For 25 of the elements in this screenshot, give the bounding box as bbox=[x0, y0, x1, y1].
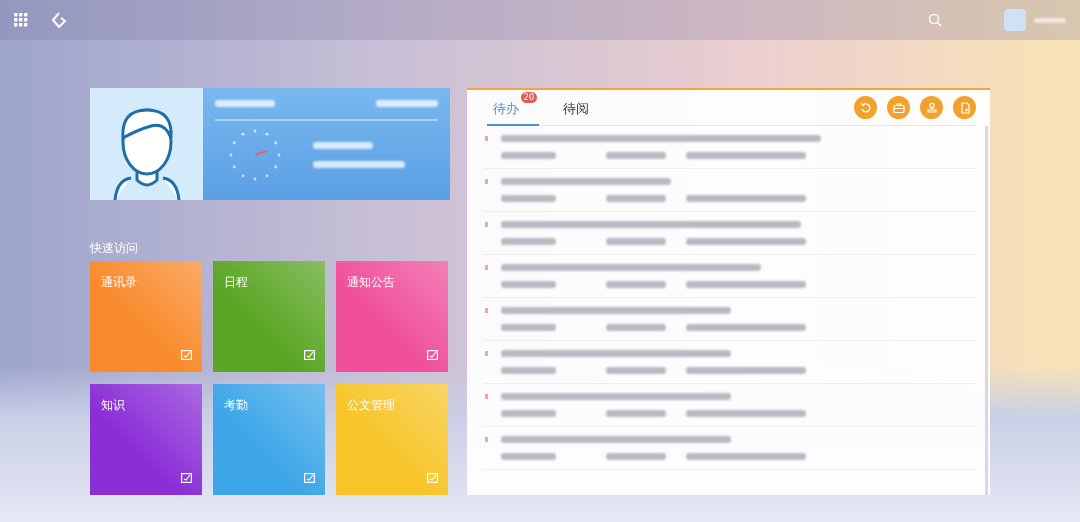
search-icon[interactable] bbox=[928, 13, 942, 27]
quick-access-tile[interactable]: 公文管理 bbox=[336, 384, 448, 495]
refresh-icon[interactable] bbox=[854, 96, 877, 119]
tab[interactable]: 待办 20 bbox=[487, 90, 539, 126]
stamp-icon[interactable] bbox=[920, 96, 943, 119]
tile-label: 知识 bbox=[101, 398, 125, 412]
tile-label: 日程 bbox=[224, 275, 248, 289]
document-add-icon[interactable] bbox=[953, 96, 976, 119]
count-badge: 20 bbox=[520, 91, 537, 103]
quick-access-tile[interactable]: 通知公告 bbox=[336, 261, 448, 372]
user-avatar[interactable] bbox=[1004, 9, 1026, 31]
quick-access-tile[interactable]: 通讯录 bbox=[90, 261, 202, 372]
tile-label: 考勤 bbox=[224, 398, 248, 412]
tile-label: 通讯录 bbox=[101, 275, 137, 289]
quick-access-tile[interactable]: 考勤 bbox=[213, 384, 325, 495]
briefcase-icon[interactable] bbox=[887, 96, 910, 119]
section-title: 快速访问 bbox=[90, 240, 139, 257]
quick-access-tile[interactable]: 知识 bbox=[90, 384, 202, 495]
logo-icon[interactable] bbox=[50, 11, 68, 29]
apps-grid-icon[interactable] bbox=[14, 13, 28, 27]
quick-access-tile[interactable]: 日程 bbox=[213, 261, 325, 372]
tile-label: 通知公告 bbox=[347, 275, 395, 289]
tab[interactable]: 待阅 bbox=[557, 90, 609, 126]
tile-label: 公文管理 bbox=[347, 398, 395, 412]
blurred-username-drawing bbox=[1034, 17, 1066, 23]
